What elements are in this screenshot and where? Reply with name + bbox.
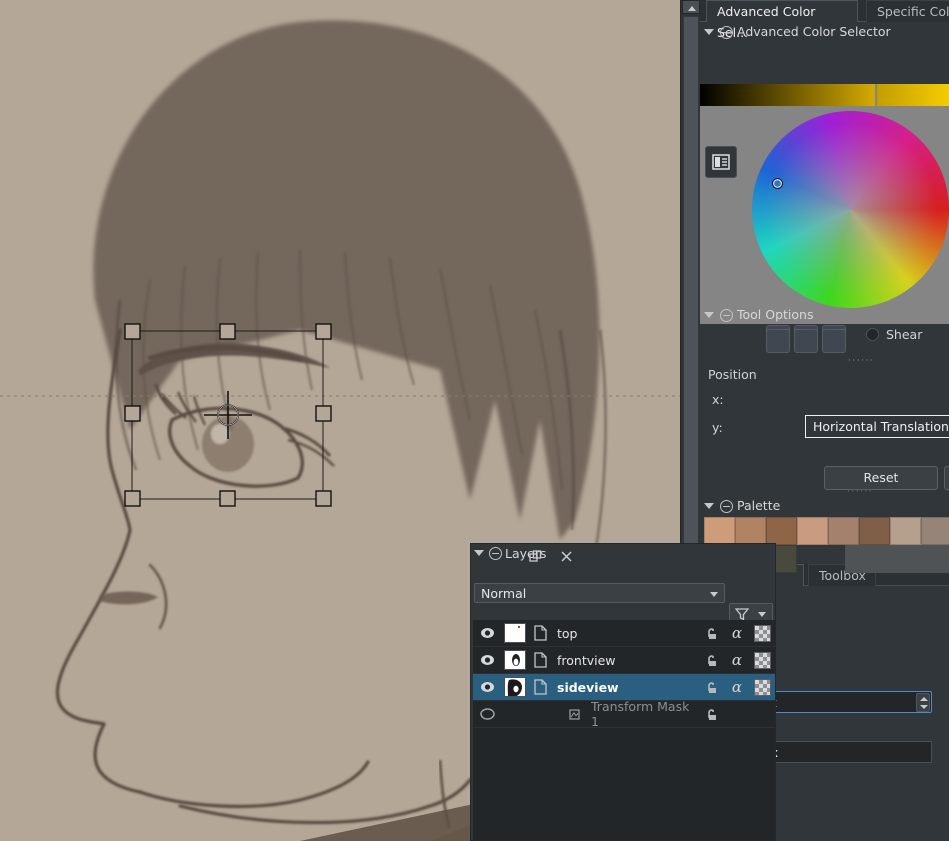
alpha-inheritance-icon-3[interactable]	[725, 701, 749, 728]
lock-icon-3[interactable]	[701, 701, 725, 728]
transform-mode-button-5[interactable]	[794, 329, 818, 353]
lock-icon-2[interactable]	[701, 674, 725, 701]
palette-swatch-4[interactable]	[828, 517, 859, 545]
tab-specific-color[interactable]: Specific Color	[866, 0, 949, 22]
palette-empty-area[interactable]	[845, 545, 949, 573]
palette-swatch-5[interactable]	[859, 517, 890, 545]
lock-icon-0[interactable]	[701, 620, 725, 647]
transform-mask-icon-3	[563, 701, 585, 728]
palette-header[interactable]: Palette	[700, 496, 949, 516]
table-row[interactable]: frontview α	[473, 647, 775, 674]
blend-mode-value: Normal	[481, 586, 527, 601]
advanced-color-selector-title: Advanced Color Selector	[737, 24, 891, 39]
layers-collapse-triangle-icon[interactable]	[474, 550, 484, 556]
tool-options-handle-icon	[720, 308, 733, 322]
layer-type-icon-1	[529, 647, 551, 674]
layer-thumbnail-cell-2	[501, 674, 529, 701]
collapse-triangle-icon[interactable]	[704, 29, 714, 35]
filter-chevron-down-icon[interactable]	[758, 612, 766, 617]
palette-handle-icon	[720, 499, 733, 513]
layer-thumbnail-cell-1	[501, 647, 529, 674]
alpha-inheritance-icon-2[interactable]: α	[725, 674, 749, 701]
color-docker-tabbar: Advanced Color Sel... Specific Color	[700, 0, 949, 40]
transform-mode-button-6[interactable]	[822, 329, 846, 353]
alpha-lock-icon-2[interactable]	[753, 678, 771, 696]
chevron-down-icon[interactable]	[710, 592, 718, 597]
gradient-segment-light[interactable]	[877, 84, 949, 106]
y-field-label: y:	[712, 420, 723, 435]
close-icon[interactable]	[560, 550, 573, 563]
shear-label: Shear	[886, 327, 923, 342]
value-gradient-strip[interactable]	[700, 84, 949, 106]
layer-thumbnail-cell-0	[501, 620, 529, 647]
layer-name-1[interactable]: frontview	[551, 653, 701, 668]
layer-visibility-toggle-2[interactable]	[473, 674, 501, 701]
layer-thumbnail-1	[504, 650, 526, 670]
reset-button[interactable]: Reset	[824, 466, 938, 490]
layer-visibility-toggle-1[interactable]	[473, 647, 501, 674]
layer-name-3[interactable]: Transform Mask 1	[585, 699, 701, 729]
layer-visibility-toggle-3[interactable]	[473, 701, 501, 728]
palette-swatch-6[interactable]	[890, 517, 921, 545]
layer-name-2[interactable]: sideview	[551, 680, 701, 695]
layer-thumbnail-cell-3	[501, 701, 529, 728]
alpha-lock-cell-1[interactable]	[749, 647, 775, 674]
tool-options-collapse-triangle-icon[interactable]	[704, 312, 714, 318]
layer-list[interactable]: top α frontview α sideview α Transform Mask 1	[473, 620, 775, 840]
alpha-lock-cell-2[interactable]	[749, 674, 775, 701]
tab-advanced-color-selector[interactable]: Advanced Color Sel...	[706, 0, 858, 40]
color-selector-settings-icon[interactable]	[705, 146, 737, 178]
reset-button-label: Reset	[863, 470, 899, 485]
palette-swatch-row-1[interactable]	[704, 517, 949, 545]
layer-thumbnail-0	[504, 623, 526, 643]
layer-type-icon-2	[529, 674, 551, 701]
x-field-label: x:	[712, 392, 724, 407]
palette-swatch-0[interactable]	[704, 517, 735, 545]
alpha-lock-cell-0[interactable]	[749, 620, 775, 647]
lock-icon-1[interactable]	[701, 647, 725, 674]
alpha-lock-icon-0[interactable]	[753, 624, 771, 642]
alpha-lock-cell-3[interactable]	[749, 701, 775, 728]
layer-type-icon-0	[529, 620, 551, 647]
color-wheel-cursor[interactable]	[772, 178, 783, 189]
tool-options-title: Tool Options	[737, 307, 814, 322]
docker-splitter-handle[interactable]: ······	[848, 356, 874, 366]
table-row[interactable]: top α	[473, 620, 775, 647]
tooltip-text: Horizontal Translation	[813, 419, 949, 434]
horizontal-translation-tooltip: Horizontal Translation	[805, 415, 949, 438]
shear-radio-button[interactable]	[866, 328, 879, 341]
tab-specific-color-label: Specific Color	[877, 4, 949, 19]
tool-options-header[interactable]: Tool Options	[700, 305, 949, 325]
x-position-spinner[interactable]	[916, 693, 930, 712]
layer-thumbnail-2	[504, 677, 526, 697]
alpha-inheritance-icon-0[interactable]: α	[725, 620, 749, 647]
palette-collapse-triangle-icon[interactable]	[704, 503, 714, 509]
advanced-color-selector-body[interactable]: ······	[700, 84, 949, 366]
alpha-inheritance-icon-1[interactable]: α	[725, 647, 749, 674]
palette-swatch-1[interactable]	[735, 517, 766, 545]
palette-swatch-3[interactable]	[797, 517, 828, 545]
float-dock-icon[interactable]	[529, 549, 542, 563]
layers-handle-icon	[489, 546, 502, 560]
scroll-up-arrow-icon[interactable]	[682, 0, 700, 14]
alpha-lock-icon-1[interactable]	[753, 651, 771, 669]
apply-button[interactable]: Ap	[944, 466, 949, 490]
layer-visibility-toggle-0[interactable]	[473, 620, 501, 647]
layers-docker-titlebar: Layers	[471, 544, 775, 562]
color-wheel[interactable]	[752, 111, 949, 308]
layers-docker: Layers Normal Opacity:	[470, 543, 776, 841]
table-row[interactable]: sideview α	[473, 674, 775, 701]
blend-mode-select[interactable]: Normal	[474, 583, 725, 603]
palette-swatch-2[interactable]	[766, 517, 797, 545]
gradient-segment-dark[interactable]	[700, 84, 875, 106]
docker-handle-icon	[720, 25, 733, 39]
palette-swatch-7[interactable]	[921, 517, 949, 545]
layer-name-0[interactable]: top	[551, 626, 701, 641]
position-label: Position	[708, 367, 757, 382]
transform-mode-button-4[interactable]	[766, 329, 790, 353]
table-row[interactable]: Transform Mask 1	[473, 699, 775, 729]
palette-title: Palette	[737, 498, 781, 513]
